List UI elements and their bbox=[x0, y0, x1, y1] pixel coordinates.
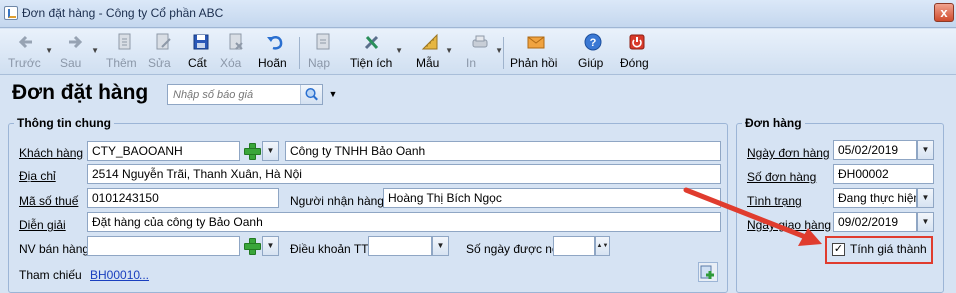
floppy-disk-icon bbox=[193, 34, 209, 50]
ruler-icon bbox=[421, 33, 438, 50]
edit-button[interactable]: Sửa bbox=[148, 32, 178, 72]
add-sales-staff-icon[interactable] bbox=[242, 236, 262, 256]
toolbar-separator bbox=[299, 37, 300, 69]
tools-icon bbox=[364, 35, 379, 50]
toolbar-separator bbox=[503, 37, 504, 69]
address-field[interactable]: 2514 Nguyễn Trãi, Thanh Xuân, Hà Nội bbox=[87, 164, 721, 184]
app-icon bbox=[4, 6, 18, 20]
description-label: Diễn giải bbox=[19, 218, 66, 232]
envelope-icon bbox=[527, 36, 545, 49]
template-button[interactable]: Mẫu ▼ bbox=[416, 32, 453, 72]
power-off-icon bbox=[629, 34, 645, 50]
customer-name-field[interactable]: Công ty TNHH Bảo Oanh bbox=[285, 141, 721, 161]
add-customer-icon[interactable] bbox=[242, 141, 262, 161]
delete-document-icon bbox=[229, 33, 243, 50]
forward-button[interactable]: Sau ▼ bbox=[60, 32, 99, 72]
arrow-right-icon bbox=[69, 35, 83, 49]
delete-button[interactable]: Xóa bbox=[220, 32, 252, 72]
template-dropdown-icon[interactable]: ▼ bbox=[445, 46, 453, 55]
payment-terms-field[interactable] bbox=[368, 236, 432, 256]
costing-highlight-box: ✓ Tính giá thành bbox=[825, 236, 933, 264]
debt-days-field[interactable] bbox=[553, 236, 595, 256]
debt-days-spinner[interactable]: ▲▼ bbox=[595, 236, 610, 256]
address-label: Địa chỉ bbox=[19, 169, 56, 183]
customer-label: Khách hàng bbox=[19, 146, 84, 160]
order-date-dropdown-icon[interactable]: ▼ bbox=[917, 140, 934, 160]
window-title: Đơn đặt hàng - Công ty Cổ phần ABC bbox=[22, 6, 224, 20]
sales-staff-dropdown-icon[interactable]: ▼ bbox=[262, 236, 279, 256]
new-document-icon bbox=[118, 33, 131, 50]
tax-code-label: Mã số thuế bbox=[19, 194, 79, 208]
quote-search-box bbox=[167, 84, 323, 105]
costing-label: Tính giá thành bbox=[850, 242, 927, 256]
status-dropdown-icon[interactable]: ▼ bbox=[917, 188, 934, 208]
description-field[interactable]: Đặt hàng của công ty Bảo Oanh bbox=[87, 212, 721, 232]
tax-code-field[interactable]: 0101243150 bbox=[87, 188, 279, 208]
back-dropdown-icon[interactable]: ▼ bbox=[45, 46, 53, 55]
reference-add-button[interactable] bbox=[698, 262, 718, 282]
search-icon[interactable] bbox=[300, 85, 322, 104]
payment-terms-dropdown-icon[interactable]: ▼ bbox=[432, 236, 449, 256]
delivery-date-dropdown-icon[interactable]: ▼ bbox=[917, 212, 934, 232]
undo-button[interactable]: Hoãn bbox=[258, 32, 292, 72]
status-field[interactable]: Đang thực hiện bbox=[833, 188, 917, 208]
printer-icon bbox=[472, 35, 488, 48]
title-bar: Đơn đặt hàng - Công ty Cổ phần ABC x bbox=[0, 0, 956, 28]
debt-days-label: Số ngày được nợ bbox=[466, 242, 560, 256]
quote-number-input[interactable] bbox=[168, 85, 296, 104]
print-button[interactable]: In ▼ bbox=[466, 32, 503, 72]
delivery-date-field[interactable]: 09/02/2019 bbox=[833, 212, 917, 232]
sales-staff-label: NV bán hàng bbox=[19, 242, 90, 256]
back-button[interactable]: Trước ▼ bbox=[8, 32, 53, 72]
utilities-button[interactable]: Tiện ích ▼ bbox=[350, 32, 403, 72]
help-button[interactable]: ? Giúp bbox=[578, 32, 608, 72]
toolbar: Trước ▼ Sau ▼ Thêm Sửa Cất Xóa Hoãn Nạp … bbox=[0, 29, 956, 75]
add-reference-icon bbox=[700, 265, 714, 279]
edit-document-icon bbox=[156, 33, 171, 50]
receiver-label: Người nhận hàng bbox=[290, 194, 384, 208]
feedback-button[interactable]: Phản hồi bbox=[510, 32, 562, 72]
help-icon: ? bbox=[584, 33, 602, 51]
customer-dropdown-icon[interactable]: ▼ bbox=[262, 141, 279, 161]
print-dropdown-icon[interactable]: ▼ bbox=[495, 46, 503, 55]
order-title: Đơn hàng bbox=[742, 116, 805, 130]
order-date-label: Ngày đơn hàng bbox=[747, 146, 830, 160]
quote-dropdown-icon[interactable]: ▼ bbox=[325, 86, 341, 103]
annotation-arrow bbox=[683, 187, 822, 246]
save-button[interactable]: Cất bbox=[188, 32, 214, 72]
reference-link[interactable]: BH00010 bbox=[90, 268, 140, 282]
order-number-label: Số đơn hàng bbox=[747, 170, 817, 184]
forward-dropdown-icon[interactable]: ▼ bbox=[91, 46, 99, 55]
svg-text:?: ? bbox=[590, 37, 597, 49]
reference-label: Tham chiếu bbox=[19, 268, 82, 282]
customer-code-field[interactable]: CTY_BAOOANH bbox=[87, 141, 240, 161]
receiver-field[interactable]: Hoàng Thị Bích Ngọc bbox=[383, 188, 721, 208]
window-close-button[interactable]: x bbox=[934, 3, 954, 22]
undo-arrow-icon bbox=[267, 36, 283, 50]
reference-more-link[interactable]: ... bbox=[139, 268, 149, 282]
load-document-icon bbox=[316, 33, 330, 50]
order-number-field[interactable]: ĐH00002 bbox=[833, 164, 934, 184]
page-title: Đơn đặt hàng bbox=[12, 81, 149, 104]
add-button[interactable]: Thêm bbox=[106, 32, 142, 72]
arrow-left-icon bbox=[18, 35, 32, 49]
utilities-dropdown-icon[interactable]: ▼ bbox=[395, 46, 403, 55]
load-button[interactable]: Nạp bbox=[308, 32, 338, 72]
payment-terms-label: Điều khoản TT bbox=[290, 242, 369, 256]
close-form-button[interactable]: Đóng bbox=[620, 32, 654, 72]
sales-staff-field[interactable] bbox=[87, 236, 240, 256]
costing-checkbox[interactable]: ✓ bbox=[832, 243, 845, 256]
order-date-field[interactable]: 05/02/2019 bbox=[833, 140, 917, 160]
general-info-title: Thông tin chung bbox=[14, 116, 114, 130]
